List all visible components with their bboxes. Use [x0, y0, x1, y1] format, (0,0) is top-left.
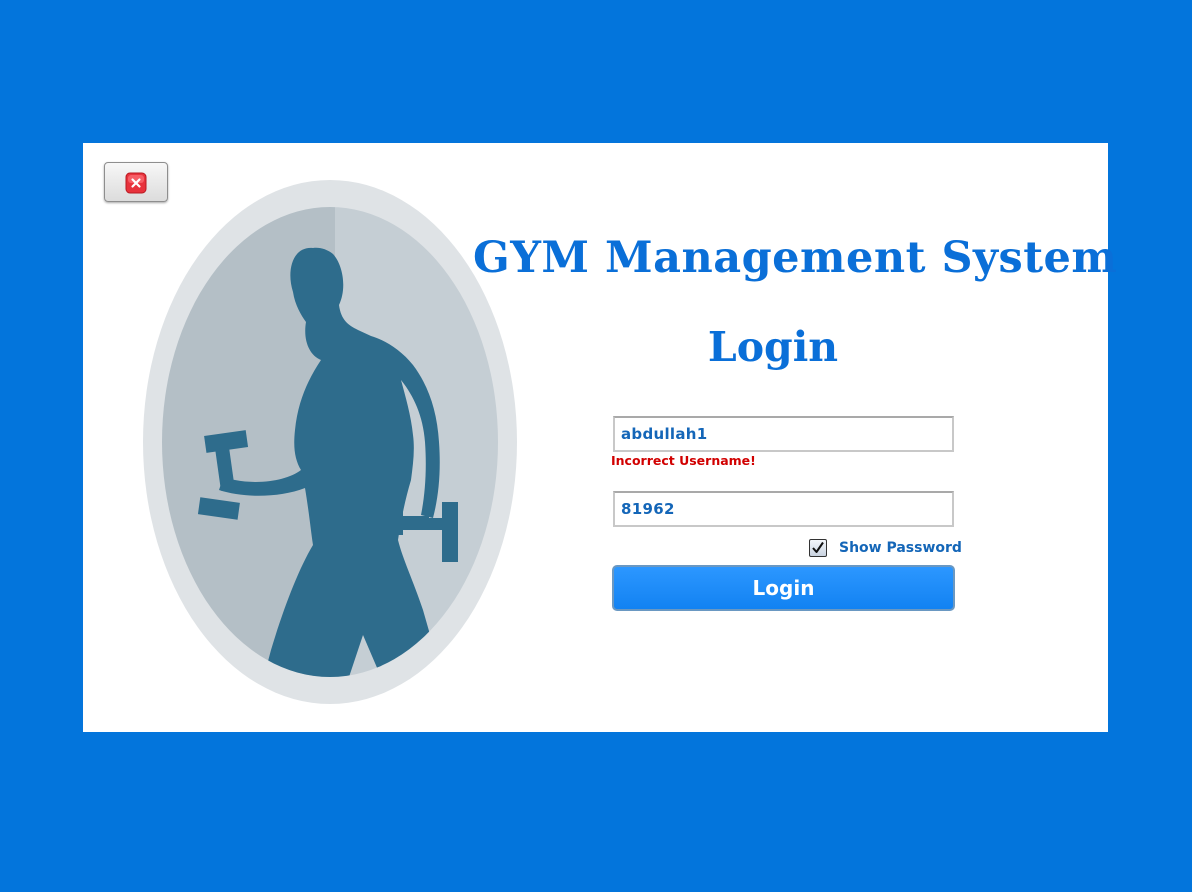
password-input[interactable] [613, 491, 954, 527]
login-heading: Login [707, 323, 839, 371]
athlete-illustration [143, 180, 517, 704]
app-title: GYM Management System [473, 233, 1118, 283]
username-error-message: Incorrect Username! [611, 453, 756, 468]
show-password-toggle[interactable]: Show Password [809, 537, 962, 559]
login-panel: GYM Management System Login Incorrect Us… [83, 143, 1118, 732]
login-button[interactable]: Login [612, 565, 955, 611]
show-password-label: Show Password [839, 540, 962, 556]
show-password-checkbox[interactable] [809, 539, 827, 557]
username-input[interactable] [613, 416, 954, 452]
checkmark-icon [812, 541, 824, 553]
